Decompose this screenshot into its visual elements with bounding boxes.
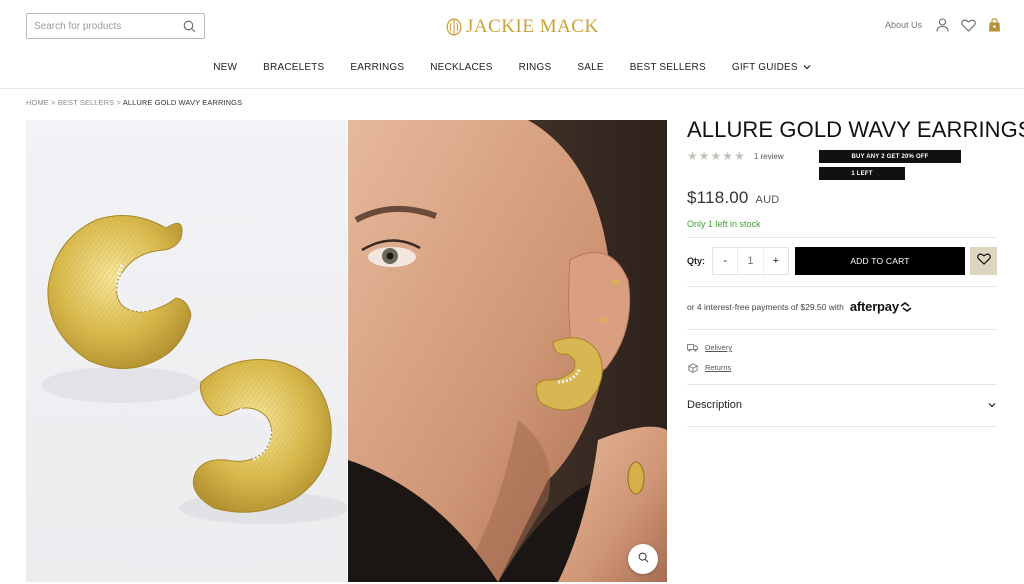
product-title: ALLURE GOLD WAVY EARRINGS bbox=[687, 117, 1024, 142]
star-icon: ★ bbox=[734, 149, 745, 163]
star-icon: ★ bbox=[698, 149, 710, 163]
afterpay-brand-text: afterpay bbox=[849, 299, 899, 314]
review-count-link[interactable]: 1 review bbox=[754, 152, 784, 161]
chevron-down-icon bbox=[987, 400, 997, 410]
returns-link[interactable]: Returns bbox=[705, 363, 731, 372]
qty-input[interactable]: 1 bbox=[737, 248, 764, 274]
zoom-button[interactable] bbox=[628, 544, 658, 574]
add-to-cart-button[interactable]: ADD TO CART bbox=[795, 247, 965, 275]
afterpay-arrows-icon bbox=[900, 301, 912, 312]
product-image-main[interactable] bbox=[26, 120, 347, 582]
divider bbox=[687, 237, 997, 238]
model-wearing-earrings-image bbox=[348, 120, 667, 582]
zoom-search-icon bbox=[638, 550, 649, 568]
search-input[interactable] bbox=[27, 14, 179, 38]
divider bbox=[687, 384, 997, 385]
qty-decrement-button[interactable]: - bbox=[713, 248, 737, 274]
afterpay-logo[interactable]: afterpay bbox=[850, 299, 913, 314]
nav-item-gift-guides-label: GIFT GUIDES bbox=[731, 62, 798, 73]
qty-label: Qty: bbox=[687, 256, 705, 266]
divider bbox=[687, 286, 997, 287]
breadcrumb-separator: > bbox=[116, 98, 121, 107]
logo-text: JACKIE MACK bbox=[466, 16, 599, 37]
delivery-link[interactable]: Delivery bbox=[705, 343, 732, 352]
search-box[interactable] bbox=[26, 13, 205, 39]
nav-item-rings[interactable]: RINGS bbox=[506, 62, 565, 73]
box-icon bbox=[687, 362, 698, 373]
breadcrumb-current: ALLURE GOLD WAVY EARRINGS bbox=[122, 98, 243, 107]
breadcrumb-best-sellers[interactable]: BEST SELLERS bbox=[58, 98, 115, 107]
add-to-wishlist-button[interactable] bbox=[970, 247, 997, 275]
nav-item-new[interactable]: NEW bbox=[200, 62, 250, 73]
delivery-row: Delivery bbox=[687, 342, 732, 353]
price-currency: AUD bbox=[755, 194, 780, 206]
stock-badge: 1 LEFT bbox=[819, 167, 905, 180]
description-accordion[interactable]: Description bbox=[687, 399, 997, 411]
nav-item-bracelets[interactable]: BRACELETS bbox=[250, 62, 337, 73]
earrings-product-image bbox=[41, 215, 347, 524]
divider bbox=[687, 426, 997, 427]
product-price: $118.00 AUD bbox=[687, 188, 779, 208]
brand-logo[interactable]: JACKIE MACK bbox=[446, 14, 599, 40]
product-rating[interactable]: ★ ★ ★ ★ ★ 1 review bbox=[687, 150, 784, 162]
returns-row: Returns bbox=[687, 362, 731, 373]
wishlist-icon[interactable] bbox=[960, 17, 976, 33]
logo-mark-icon bbox=[446, 18, 462, 36]
nav-item-necklaces[interactable]: NECKLACES bbox=[417, 62, 505, 73]
breadcrumb: HOME > BEST SELLERS > ALLURE GOLD WAVY E… bbox=[26, 98, 242, 107]
header-divider bbox=[0, 88, 1024, 89]
truck-icon bbox=[687, 342, 698, 353]
nav-item-gift-guides[interactable]: GIFT GUIDES bbox=[719, 62, 824, 73]
price-amount: $118.00 bbox=[687, 188, 749, 207]
star-icon: ★ bbox=[710, 149, 722, 163]
star-icon: ★ bbox=[722, 149, 734, 163]
quantity-stepper: - 1 + bbox=[712, 247, 789, 275]
nav-item-best-sellers[interactable]: BEST SELLERS bbox=[617, 62, 719, 73]
nav-item-earrings[interactable]: EARRINGS bbox=[337, 62, 417, 73]
breadcrumb-home[interactable]: HOME bbox=[26, 98, 49, 107]
divider bbox=[687, 329, 997, 330]
search-icon[interactable] bbox=[179, 16, 199, 36]
account-icon[interactable] bbox=[934, 17, 950, 33]
main-nav: NEW BRACELETS EARRINGS NECKLACES RINGS S… bbox=[0, 62, 1024, 73]
star-icon: ★ bbox=[687, 149, 698, 163]
about-us-link[interactable]: About Us bbox=[885, 20, 922, 30]
description-label: Description bbox=[687, 399, 743, 411]
rating-stars: ★ ★ ★ ★ ★ bbox=[687, 150, 745, 162]
breadcrumb-separator: > bbox=[51, 98, 56, 107]
cart-bag-icon[interactable] bbox=[986, 17, 1002, 33]
promo-badge: BUY ANY 2 GET 20% OFF bbox=[819, 150, 961, 163]
afterpay-text: or 4 interest-free payments of $29.50 wi… bbox=[687, 301, 844, 312]
afterpay-info: or 4 interest-free payments of $29.50 wi… bbox=[687, 299, 913, 314]
chevron-down-icon bbox=[803, 63, 811, 72]
product-image-model[interactable] bbox=[348, 120, 667, 582]
heart-icon bbox=[976, 252, 991, 270]
stock-status: Only 1 left in stock bbox=[687, 219, 761, 229]
nav-item-sale[interactable]: SALE bbox=[564, 62, 616, 73]
qty-increment-button[interactable]: + bbox=[764, 248, 788, 274]
